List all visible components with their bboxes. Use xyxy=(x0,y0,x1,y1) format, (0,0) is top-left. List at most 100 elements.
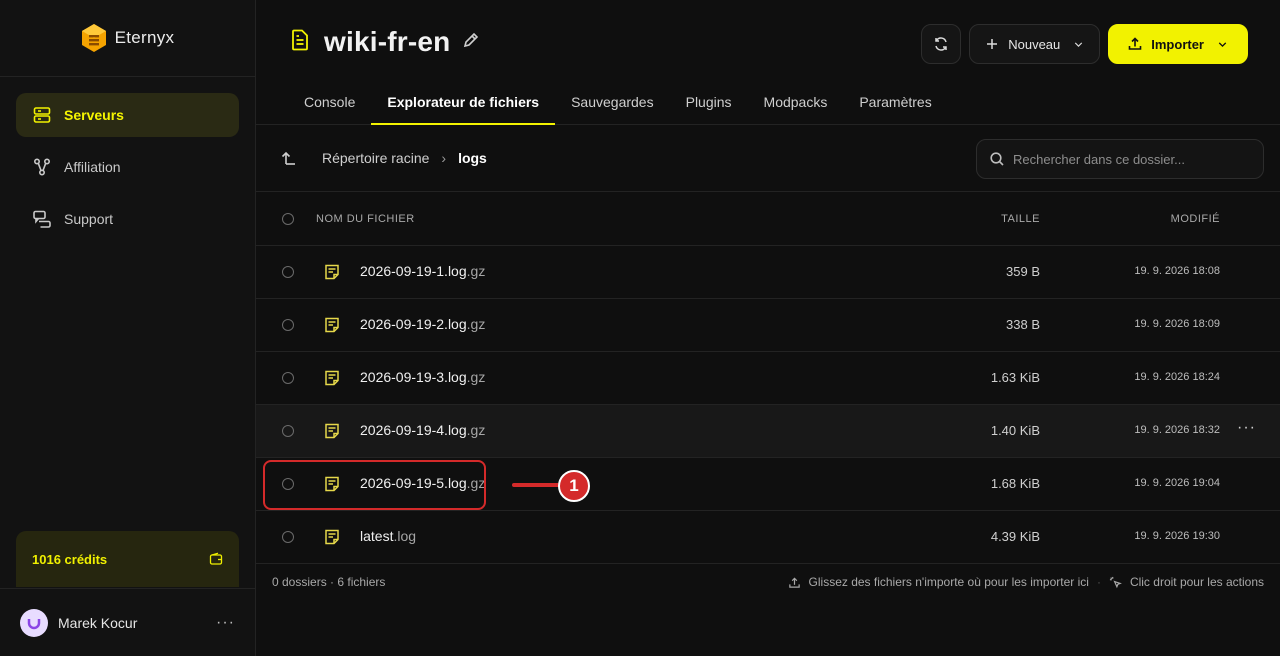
breadcrumb-root[interactable]: Répertoire racine xyxy=(322,150,429,166)
wallet-icon xyxy=(209,552,223,565)
sidebar-item-affiliation[interactable]: Affiliation xyxy=(16,145,239,189)
table-row[interactable]: 2026-09-19-5.log.gz 1.68 KiB 19. 9. 2026… xyxy=(256,458,1280,511)
user-profile: Marek Kocur ··· xyxy=(0,588,255,656)
file-name: 2026-09-19-3.log.gz xyxy=(360,369,485,385)
footer-hints: Glissez des fichiers n'importe où pour l… xyxy=(788,575,1264,589)
user-avatar-icon xyxy=(27,618,41,629)
column-header-modified[interactable]: MODIFIÉ xyxy=(1171,213,1220,225)
parent-directory-icon[interactable] xyxy=(280,148,300,168)
file-modified: 19. 9. 2026 18:08 xyxy=(1134,265,1220,277)
footer-separator: · xyxy=(1096,575,1101,589)
refresh-icon xyxy=(935,37,947,51)
chevron-down-icon xyxy=(1218,41,1227,47)
page-title: wiki-fr-en xyxy=(324,26,451,57)
table-row[interactable]: 2026-09-19-1.log.gz 359 B 19. 9. 2026 18… xyxy=(256,246,1280,299)
file-name-base: 2026-09-19-4.log xyxy=(360,422,467,438)
sidebar-item-support[interactable]: Support xyxy=(16,197,239,241)
file-modified: 19. 9. 2026 19:04 xyxy=(1134,477,1220,489)
table-row[interactable]: latest.log 4.39 KiB 19. 9. 2026 19:30 xyxy=(256,511,1280,564)
breadcrumb: Répertoire racine › logs xyxy=(322,150,487,166)
main-content: wiki-fr-en Nouveau Importer Console Expl… xyxy=(256,0,1280,656)
log-file-icon xyxy=(325,264,339,280)
credits-panel[interactable]: 1016 crédits xyxy=(16,531,239,587)
row-select-radio[interactable] xyxy=(282,372,294,384)
context-menu-hint: Clic droit pour les actions xyxy=(1129,575,1264,589)
header-actions: Nouveau Importer xyxy=(921,24,1248,64)
file-size: 1.68 KiB xyxy=(990,476,1040,491)
file-name: 2026-09-19-4.log.gz xyxy=(360,422,485,438)
file-modified: 19. 9. 2026 19:30 xyxy=(1134,530,1220,542)
tab-modpacks[interactable]: Modpacks xyxy=(748,84,844,124)
row-actions-button[interactable]: ··· xyxy=(1237,419,1256,437)
file-name: 2026-09-19-1.log.gz xyxy=(360,263,485,279)
credits-balance: 1016 crédits xyxy=(32,551,108,567)
file-modified: 19. 9. 2026 18:09 xyxy=(1134,318,1220,330)
sidebar-item-label: Support xyxy=(64,211,114,227)
pencil-icon xyxy=(464,32,479,47)
row-select-radio[interactable] xyxy=(282,478,294,490)
import-button[interactable]: Importer xyxy=(1108,24,1248,64)
file-extension: .gz xyxy=(466,263,486,279)
tab-settings[interactable]: Paramètres xyxy=(843,84,947,124)
search-input[interactable] xyxy=(1013,151,1251,167)
file-name: latest.log xyxy=(360,528,416,544)
file-extension: .gz xyxy=(466,422,486,438)
file-name-base: latest xyxy=(360,528,394,544)
row-select-radio[interactable] xyxy=(282,319,294,331)
avatar[interactable] xyxy=(20,608,48,637)
server-icon xyxy=(33,107,51,123)
page-header: wiki-fr-en Nouveau Importer Console Expl… xyxy=(256,0,1280,125)
breadcrumb-current: logs xyxy=(458,150,487,166)
file-name: 2026-09-19-5.log.gz xyxy=(360,475,485,491)
tab-plugins[interactable]: Plugins xyxy=(670,84,748,124)
select-all-radio[interactable] xyxy=(282,213,294,225)
file-size: 4.39 KiB xyxy=(990,529,1040,544)
file-size: 1.40 KiB xyxy=(990,423,1040,438)
sidebar-item-label: Serveurs xyxy=(64,107,124,123)
file-extension: .log xyxy=(393,528,417,544)
column-header-size[interactable]: TAILLE xyxy=(1001,213,1040,225)
file-size: 1.63 KiB xyxy=(990,370,1040,385)
tab-backups[interactable]: Sauvegardes xyxy=(555,84,670,124)
column-header-name[interactable]: NOM DU FICHIER xyxy=(316,213,415,225)
search-box[interactable] xyxy=(976,139,1264,179)
file-extension: .gz xyxy=(466,316,486,332)
file-toolbar: Répertoire racine › logs xyxy=(256,126,1280,192)
row-select-radio[interactable] xyxy=(282,425,294,437)
new-button[interactable]: Nouveau xyxy=(969,24,1101,64)
sidebar-nav: Serveurs Affiliation Support xyxy=(0,77,255,241)
document-icon xyxy=(288,28,312,57)
table-row[interactable]: 2026-09-19-2.log.gz 338 B 19. 9. 2026 18… xyxy=(256,299,1280,352)
refresh-button[interactable] xyxy=(921,24,962,64)
tab-bar: Console Explorateur de fichiers Sauvegar… xyxy=(288,84,948,125)
new-button-label: Nouveau xyxy=(1008,36,1061,52)
brand-name: Eternyx xyxy=(114,28,175,47)
brand[interactable]: Eternyx xyxy=(0,0,255,77)
file-name-base: 2026-09-19-3.log xyxy=(360,369,467,385)
user-menu-button[interactable]: ··· xyxy=(216,614,235,632)
file-name-base: 2026-09-19-5.log xyxy=(360,475,467,491)
row-select-radio[interactable] xyxy=(282,266,294,278)
tab-file-explorer[interactable]: Explorateur de fichiers xyxy=(371,84,555,125)
file-extension: .gz xyxy=(466,369,486,385)
upload-icon xyxy=(788,576,800,588)
annotation-badge: 1 xyxy=(558,470,590,502)
log-file-icon xyxy=(325,317,339,333)
table-row[interactable]: 2026-09-19-3.log.gz 1.63 KiB 19. 9. 2026… xyxy=(256,352,1280,405)
file-extension: .gz xyxy=(466,475,486,491)
table-row[interactable]: 2026-09-19-4.log.gz 1.40 KiB 19. 9. 2026… xyxy=(256,405,1280,458)
item-count: 0 dossiers · 6 fichiers xyxy=(272,575,386,589)
row-select-radio[interactable] xyxy=(282,531,294,543)
tab-console[interactable]: Console xyxy=(288,84,371,124)
sidebar-item-serveurs[interactable]: Serveurs xyxy=(16,93,239,137)
file-name: 2026-09-19-2.log.gz xyxy=(360,316,485,332)
user-name: Marek Kocur xyxy=(58,614,138,631)
sidebar: Eternyx Serveurs Affiliation Support 101… xyxy=(0,0,256,656)
chat-icon xyxy=(33,210,51,228)
edit-title-button[interactable] xyxy=(462,31,480,54)
upload-icon xyxy=(1128,37,1142,50)
file-size: 359 B xyxy=(1006,264,1040,279)
eternyx-logo-icon xyxy=(81,24,106,52)
file-modified: 19. 9. 2026 18:32 xyxy=(1134,424,1220,436)
cursor-click-icon xyxy=(1109,576,1122,588)
